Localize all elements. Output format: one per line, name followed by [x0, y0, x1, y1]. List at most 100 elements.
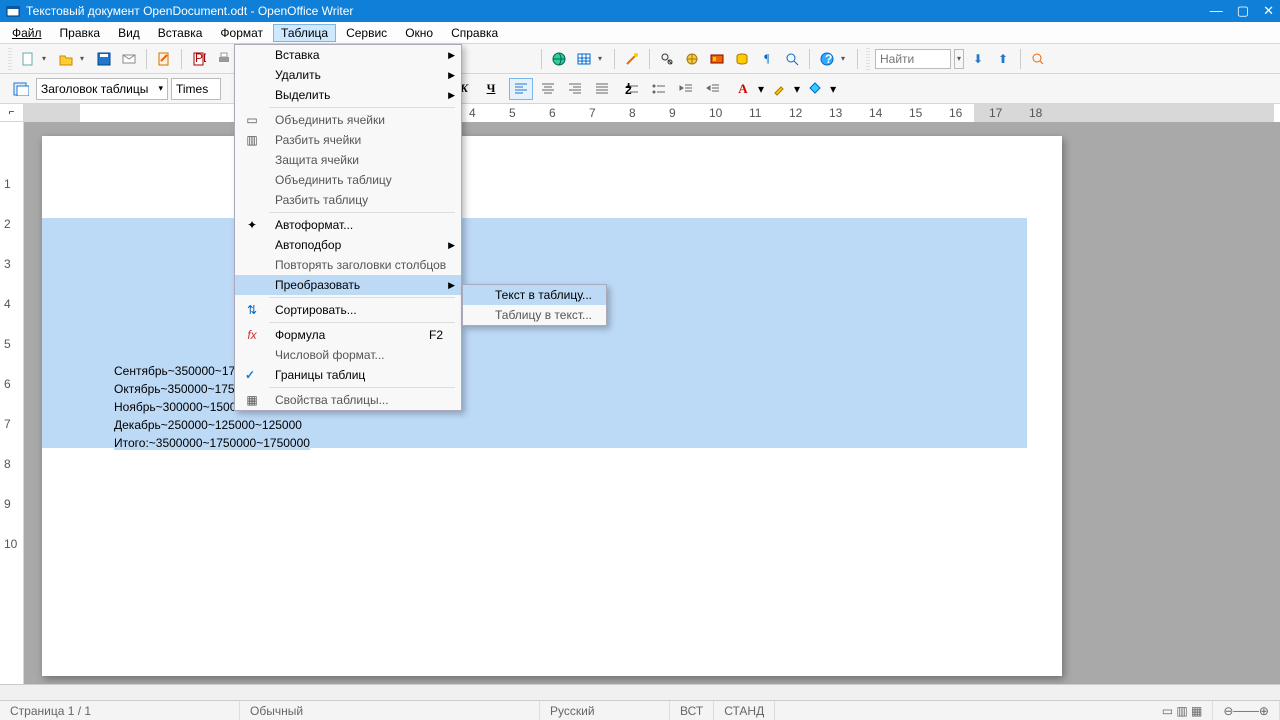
menu-window[interactable]: Окно — [397, 24, 441, 42]
table-button[interactable] — [573, 48, 595, 70]
indent-increase-button[interactable] — [701, 78, 725, 100]
font-color-button[interactable]: A — [731, 78, 755, 100]
menu-autoformat[interactable]: ✦Автоформат... — [235, 215, 461, 235]
find-input[interactable] — [875, 49, 951, 69]
align-right-button[interactable] — [563, 78, 587, 100]
vruler-tick: 9 — [4, 497, 11, 511]
font-combo[interactable]: Times — [171, 78, 221, 100]
menu-delete-submenu[interactable]: Удалить▶ — [235, 65, 461, 85]
ruler-tick: 5 — [509, 106, 516, 120]
bgcolor-button[interactable] — [803, 78, 827, 100]
list-numbered-button[interactable]: 12 — [620, 78, 644, 100]
formatting-toolbar: Заголовок таблицы▾ Times K Ч 12 A▾ ▾ ▾ — [0, 74, 1280, 104]
hyperlink-button[interactable] — [548, 48, 570, 70]
window-title: Текстовый документ OpenDocument.odt - Op… — [26, 4, 1210, 18]
maximize-button[interactable]: ▢ — [1237, 3, 1249, 19]
menu-edit[interactable]: Правка — [52, 24, 109, 42]
menu-merge-cells: ▭Объединить ячейки — [235, 110, 461, 130]
vruler-tick: 8 — [4, 457, 11, 471]
align-center-button[interactable] — [536, 78, 560, 100]
svg-text:2: 2 — [625, 83, 632, 95]
workarea: 12345678910 ибыли организации по месяцам… — [0, 122, 1280, 700]
menu-tools[interactable]: Сервис — [338, 24, 395, 42]
horizontal-ruler[interactable]: 456789101112131415161718 — [24, 104, 1280, 122]
ruler-tick: 18 — [1029, 106, 1042, 120]
status-style[interactable]: Обычный — [240, 701, 540, 720]
list-bullet-button[interactable] — [647, 78, 671, 100]
menu-merge-table: Объединить таблицу — [235, 170, 461, 190]
export-pdf-button[interactable]: PDF — [188, 48, 210, 70]
find-replace-button[interactable] — [656, 48, 678, 70]
ruler-tick: 13 — [829, 106, 842, 120]
menu-help[interactable]: Справка — [443, 24, 506, 42]
print-button[interactable] — [213, 48, 235, 70]
edit-doc-button[interactable] — [153, 48, 175, 70]
help-button[interactable]: ? — [816, 48, 838, 70]
underline-button[interactable]: Ч — [479, 78, 503, 100]
gallery-button[interactable] — [706, 48, 728, 70]
navigator-button[interactable] — [681, 48, 703, 70]
status-lang[interactable]: Русский — [540, 701, 670, 720]
find-toolbar-button[interactable] — [1027, 48, 1049, 70]
email-button[interactable] — [118, 48, 140, 70]
find-next-button[interactable]: ⬇ — [967, 48, 989, 70]
vruler-tick: 3 — [4, 257, 11, 271]
menu-insert[interactable]: Вставка — [150, 24, 211, 42]
styles-button[interactable] — [9, 78, 33, 100]
status-selection[interactable]: СТАНД — [714, 701, 775, 720]
doc-line: Итого:~3500000~1750000~1750000 — [114, 434, 990, 452]
zoom-button[interactable] — [781, 48, 803, 70]
close-button[interactable]: ✕ — [1263, 3, 1274, 19]
canvas[interactable]: ибыли организации по месяцам Расходы~При… — [24, 122, 1280, 700]
menu-table[interactable]: Таблица — [273, 24, 336, 42]
menu-insert-submenu[interactable]: Вставка▶ — [235, 45, 461, 65]
menu-borders[interactable]: ✓Границы таблиц — [235, 365, 461, 385]
menu-format[interactable]: Формат — [212, 24, 271, 42]
menu-file[interactable]: Файл — [4, 24, 50, 42]
menu-convert-submenu[interactable]: Преобразовать▶ — [235, 275, 461, 295]
menu-view[interactable]: Вид — [110, 24, 148, 42]
new-button[interactable] — [17, 48, 39, 70]
minimize-button[interactable]: — — [1210, 3, 1223, 19]
highlight-button[interactable] — [767, 78, 791, 100]
status-view-icons[interactable]: ▭ ▥ ▦ — [1152, 701, 1214, 720]
status-zoom[interactable]: ⊖───⊕ — [1213, 701, 1280, 720]
vruler-tick: 5 — [4, 337, 11, 351]
align-left-button[interactable] — [509, 78, 533, 100]
find-prev-button[interactable]: ⬆ — [992, 48, 1014, 70]
ruler-corner: ⌐ — [0, 104, 24, 122]
menu-number-format: Числовой формат... — [235, 345, 461, 365]
svg-text:?: ? — [825, 52, 832, 66]
menu-select-submenu[interactable]: Выделить▶ — [235, 85, 461, 105]
horizontal-ruler-row: ⌐ 456789101112131415161718 — [0, 104, 1280, 122]
app-icon — [6, 4, 20, 18]
save-button[interactable] — [93, 48, 115, 70]
status-insert[interactable]: ВСТ — [670, 701, 714, 720]
show-draw-button[interactable] — [621, 48, 643, 70]
menu-repeat-headers: Повторять заголовки столбцов — [235, 255, 461, 275]
ruler-tick: 7 — [589, 106, 596, 120]
horizontal-scrollbar[interactable] — [0, 684, 1280, 700]
vruler-tick: 10 — [4, 537, 17, 551]
menu-autofit-submenu[interactable]: Автоподбор▶ — [235, 235, 461, 255]
status-page: Страница 1 / 1 — [0, 701, 240, 720]
menu-sort[interactable]: ⇅Сортировать... — [235, 300, 461, 320]
paragraph-style-combo[interactable]: Заголовок таблицы▾ — [36, 78, 168, 100]
statusbar: Страница 1 / 1 Обычный Русский ВСТ СТАНД… — [0, 700, 1280, 720]
align-justify-button[interactable] — [590, 78, 614, 100]
menu-properties: ▦Свойства таблицы... — [235, 390, 461, 410]
vertical-ruler[interactable]: 12345678910 — [0, 122, 24, 700]
nonprinting-button[interactable]: ¶ — [756, 48, 778, 70]
menu-formula[interactable]: fxФормулаF2 — [235, 325, 461, 345]
convert-submenu: Текст в таблицу... Таблицу в текст... — [462, 284, 607, 326]
ruler-tick: 4 — [469, 106, 476, 120]
indent-decrease-button[interactable] — [674, 78, 698, 100]
ruler-tick: 14 — [869, 106, 882, 120]
text-to-table[interactable]: Текст в таблицу... — [463, 285, 606, 305]
menu-protect-cell: Защита ячейки — [235, 150, 461, 170]
menubar: Файл Правка Вид Вставка Формат Таблица С… — [0, 22, 1280, 44]
standard-toolbar: ▾ ▾ PDF ▾ ¶ ?▾ ▾ ⬇ ⬆ — [0, 44, 1280, 74]
datasources-button[interactable] — [731, 48, 753, 70]
open-button[interactable] — [55, 48, 77, 70]
svg-text:PDF: PDF — [195, 52, 206, 65]
